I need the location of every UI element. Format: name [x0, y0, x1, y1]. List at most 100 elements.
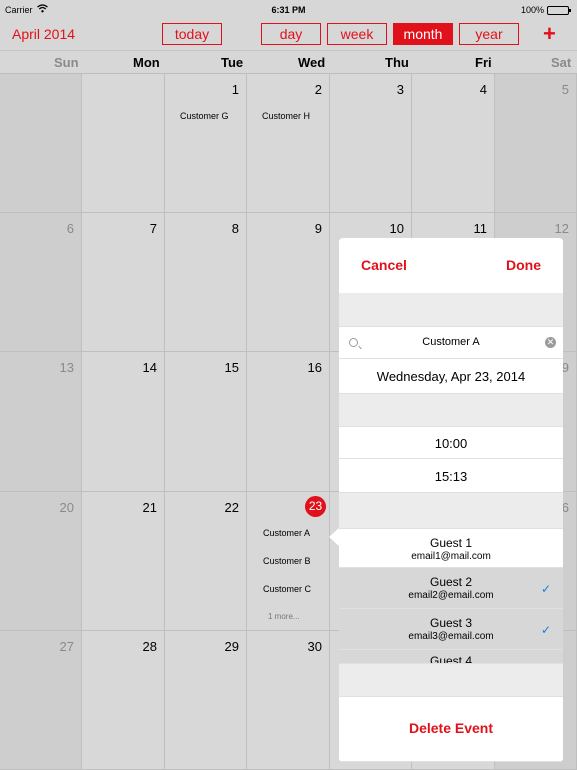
day-cell[interactable]: 20 — [0, 492, 82, 631]
day-number: 14 — [142, 360, 157, 375]
guest-name: Guest 1 — [429, 536, 473, 550]
day-number: 29 — [224, 639, 239, 654]
day-number: 7 — [149, 221, 157, 236]
week-view-button[interactable]: week — [327, 23, 387, 45]
clear-icon[interactable]: ✕ — [545, 337, 556, 348]
day-number: 1 — [231, 82, 239, 97]
status-bar: Carrier 6:31 PM 100% — [0, 0, 577, 20]
clock: 6:31 PM — [271, 5, 306, 15]
day-number: 13 — [59, 360, 74, 375]
day-number: 6 — [66, 221, 74, 236]
month-view-button[interactable]: month — [393, 23, 453, 45]
more-events-link[interactable]: 1 more... — [268, 612, 300, 621]
checkmark-icon: ✓ — [540, 623, 551, 637]
popover-navbar: Cancel Done — [339, 238, 563, 293]
day-cell[interactable]: 23 Customer A Customer B Customer C 1 more..… — [247, 492, 330, 631]
customer-search-input[interactable]: Customer A — [339, 336, 563, 348]
checkmark-icon: ✓ — [540, 582, 551, 596]
day-cell[interactable]: 7 — [82, 213, 165, 352]
customer-search-field[interactable]: Customer A ✕ — [339, 326, 563, 359]
battery-percent: 100% — [520, 5, 544, 15]
day-cell[interactable]: 29 — [165, 631, 247, 770]
start-time: 10:00 — [434, 436, 468, 451]
day-number: 5 — [561, 82, 569, 97]
day-cell[interactable]: 30 — [247, 631, 330, 770]
today-day-number: 23 — [305, 496, 326, 517]
day-cell[interactable]: 15 — [165, 352, 247, 492]
day-cell[interactable]: 27 — [0, 631, 82, 770]
guest-row[interactable]: Guest 4 — [339, 650, 563, 664]
guest-name: Guest 3 — [429, 616, 473, 630]
day-number: 27 — [59, 639, 74, 654]
end-time-row[interactable]: 15:13 — [339, 459, 563, 493]
day-number: 15 — [224, 360, 239, 375]
day-cell[interactable]: 8 — [165, 213, 247, 352]
weekday-label: Tue — [221, 55, 244, 70]
event-item[interactable]: Customer G — [180, 111, 229, 121]
day-cell[interactable]: 5 — [495, 74, 577, 213]
event-item[interactable]: Customer C — [263, 584, 311, 594]
weekday-label: Sat — [551, 55, 572, 70]
weekday-header: Sun Mon Tue Wed Thu Fri Sat — [0, 50, 577, 74]
guest-row[interactable]: Guest 3 email3@email.com ✓ — [339, 609, 563, 650]
event-popover: Cancel Done Customer A ✕ Wednesday, Apr … — [339, 238, 563, 762]
calendar-toolbar: April 2014 today day week month year + — [0, 20, 577, 50]
guest-row[interactable]: Guest 2 email2@email.com ✓ — [339, 568, 563, 609]
guest-row[interactable]: Guest 1 email1@mail.com — [339, 528, 563, 568]
end-time: 15:13 — [434, 469, 468, 484]
battery-icon — [547, 5, 571, 15]
day-cell[interactable]: 16 — [247, 352, 330, 492]
today-button[interactable]: today — [162, 23, 222, 45]
day-number: 9 — [314, 221, 322, 236]
date-row[interactable]: Wednesday, Apr 23, 2014 — [339, 359, 563, 394]
guest-name: Guest 4 — [429, 654, 473, 664]
day-cell[interactable]: 9 — [247, 213, 330, 352]
done-button[interactable]: Done — [506, 257, 541, 273]
day-cell[interactable]: 4 — [412, 74, 495, 213]
event-item[interactable]: Customer A — [263, 528, 310, 538]
day-cell[interactable]: 3 — [330, 74, 412, 213]
day-number: 22 — [224, 500, 239, 515]
day-number: 8 — [231, 221, 239, 236]
day-cell[interactable]: 14 — [82, 352, 165, 492]
weekday-label: Fri — [475, 55, 492, 70]
day-cell[interactable] — [82, 74, 165, 213]
day-cell[interactable] — [0, 74, 82, 213]
day-number: 28 — [142, 639, 157, 654]
month-title[interactable]: April 2014 — [12, 26, 75, 42]
day-number: 16 — [307, 360, 322, 375]
guest-email: email1@mail.com — [411, 551, 491, 562]
start-time-row[interactable]: 10:00 — [339, 426, 563, 459]
day-cell[interactable]: 28 — [82, 631, 165, 770]
weekday-label: Thu — [385, 55, 409, 70]
event-date: Wednesday, Apr 23, 2014 — [376, 369, 526, 384]
event-item[interactable]: Customer H — [262, 111, 310, 121]
day-number: 10 — [389, 221, 404, 236]
guest-email: email2@email.com — [408, 590, 494, 601]
day-cell[interactable]: 21 — [82, 492, 165, 631]
day-cell[interactable]: 2 Customer H — [247, 74, 330, 213]
guest-name: Guest 2 — [429, 575, 473, 589]
day-number: 2 — [314, 82, 322, 97]
day-number: 4 — [479, 82, 487, 97]
day-number: 20 — [59, 500, 74, 515]
cancel-button[interactable]: Cancel — [361, 257, 407, 273]
day-cell[interactable]: 22 — [165, 492, 247, 631]
delete-event-button[interactable]: Delete Event — [339, 720, 563, 736]
weekday-label: Wed — [298, 55, 326, 70]
guest-email: email3@email.com — [408, 631, 494, 642]
delete-row[interactable]: Delete Event — [339, 696, 563, 762]
day-view-button[interactable]: day — [261, 23, 321, 45]
event-item[interactable]: Customer B — [263, 556, 311, 566]
day-number: 30 — [307, 639, 322, 654]
day-number: 12 — [554, 221, 569, 236]
day-number: 3 — [396, 82, 404, 97]
day-cell[interactable]: 6 — [0, 213, 82, 352]
year-view-button[interactable]: year — [459, 23, 519, 45]
day-cell[interactable]: 13 — [0, 352, 82, 492]
day-number: 21 — [142, 500, 157, 515]
day-number: 11 — [473, 221, 488, 236]
add-event-button[interactable]: + — [543, 21, 556, 47]
weekday-label: Mon — [133, 55, 160, 70]
day-cell[interactable]: 1 Customer G — [165, 74, 247, 213]
